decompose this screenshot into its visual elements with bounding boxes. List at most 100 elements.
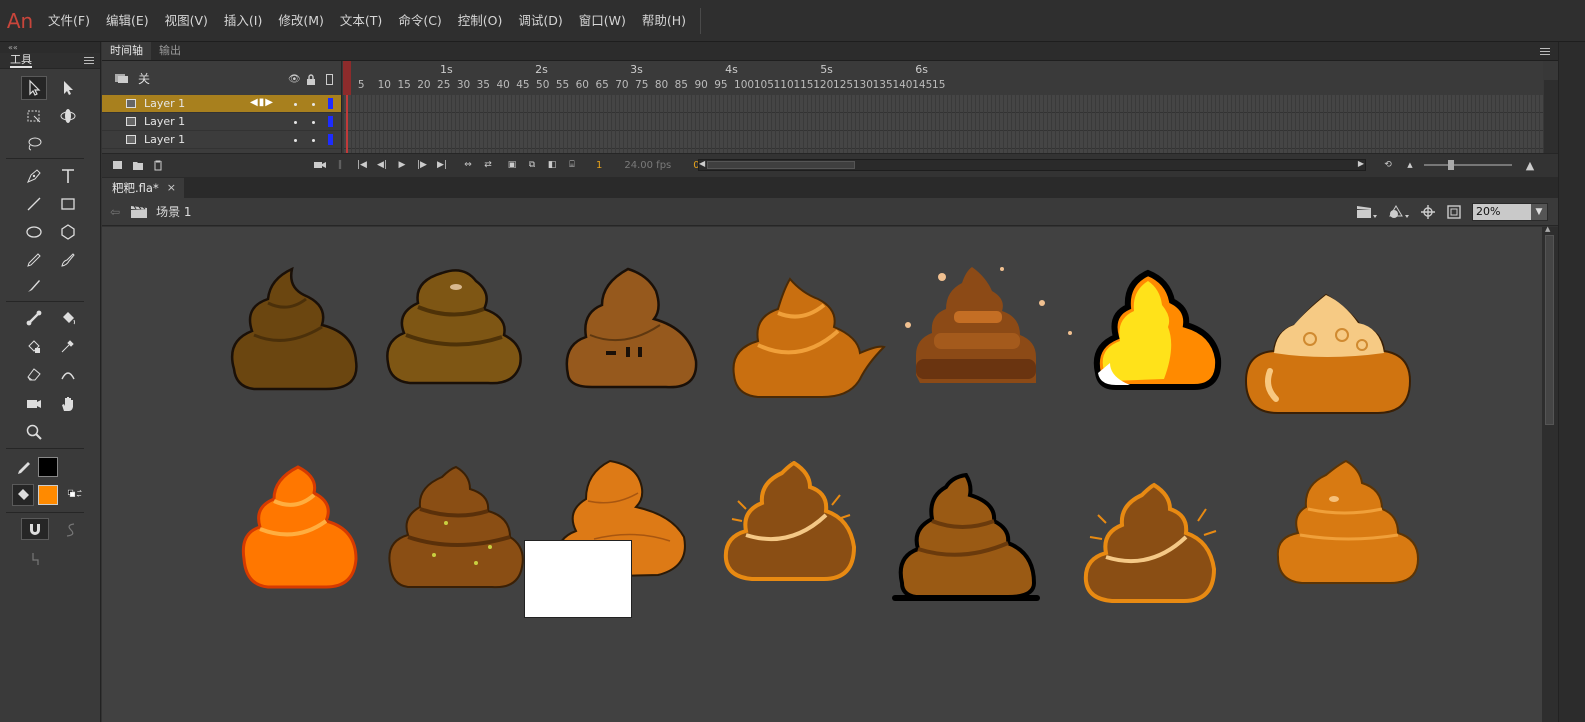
outline-icon[interactable] (326, 74, 333, 88)
center-frame-button[interactable]: ⇄ (480, 158, 496, 172)
timeline-zoom-slider[interactable] (1424, 160, 1512, 170)
scroll-right-icon[interactable]: ▶ (1358, 159, 1364, 168)
camera-tool[interactable] (21, 392, 47, 416)
fill-color-swatch[interactable] (38, 485, 58, 505)
menu-help[interactable]: 帮助(H) (634, 0, 694, 42)
poop-illustration-11[interactable] (720, 461, 860, 587)
layer-row[interactable]: Layer 1 ◀▮▶ (102, 95, 341, 113)
menu-edit[interactable]: 编辑(E) (98, 0, 157, 42)
zoom-out-small-icon[interactable]: ▲ (1402, 158, 1418, 172)
width-tool[interactable] (55, 362, 81, 386)
new-layer-button[interactable] (110, 158, 126, 172)
oval-tool[interactable] (21, 220, 47, 244)
frame-grid[interactable] (343, 95, 1543, 153)
delete-layer-button[interactable] (150, 158, 166, 172)
center-stage-icon[interactable] (1420, 204, 1436, 220)
goto-first-frame-button[interactable]: |◀ (354, 158, 370, 172)
menu-control[interactable]: 控制(O) (450, 0, 511, 42)
tab-timeline[interactable]: 时间轴 (102, 42, 151, 60)
panel-menu-icon[interactable] (84, 57, 94, 64)
layer-row[interactable]: Layer 1 (102, 131, 341, 149)
snap-to-objects-button[interactable] (21, 518, 49, 540)
lock-dot[interactable] (312, 139, 315, 142)
new-folder-button[interactable] (130, 158, 146, 172)
scroll-left-icon[interactable]: ◀ (699, 159, 705, 168)
menu-file[interactable]: 文件(F) (40, 0, 98, 42)
menu-insert[interactable]: 插入(I) (216, 0, 270, 42)
edit-scene-icon[interactable] (1356, 204, 1378, 220)
poop-illustration-2[interactable] (384, 263, 526, 389)
stage-scrollbar-thumb[interactable] (1545, 235, 1554, 425)
poop-illustration-14[interactable] (1274, 459, 1422, 587)
frame-ruler[interactable]: 1s 2s 3s 4s 5s 6s 15 10 15 20 25 30 35 40 45 50 55 60 65 70… (343, 61, 1543, 95)
poop-illustration-3[interactable] (562, 265, 700, 391)
visibility-dot[interactable] (294, 103, 297, 106)
menu-window[interactable]: 窗口(W) (571, 0, 634, 42)
pen-tool[interactable] (21, 164, 47, 188)
modify-markers-button[interactable]: ⌸ (564, 158, 580, 172)
frames-area[interactable]: 1s 2s 3s 4s 5s 6s 15 10 15 20 25 30 35 40 45 50 55 60 65 70… (343, 61, 1543, 153)
brush-tool[interactable] (55, 248, 81, 272)
lasso-tool[interactable] (21, 132, 47, 156)
clip-content-icon[interactable] (1446, 204, 1462, 220)
menu-view[interactable]: 视图(V) (157, 0, 216, 42)
poop-illustration-7[interactable] (1242, 291, 1414, 417)
layer-outline-color[interactable] (328, 98, 333, 109)
zoom-slider-knob[interactable] (1448, 160, 1454, 170)
menu-text[interactable]: 文本(T) (332, 0, 390, 42)
zoom-in-large-icon[interactable]: ▲ (1522, 158, 1538, 172)
swap-colors-button[interactable] (62, 483, 90, 505)
tools-collapse-strip[interactable]: «« (0, 42, 100, 53)
zoom-value[interactable]: 20% (1473, 204, 1531, 220)
bone-tool[interactable] (21, 306, 47, 330)
close-icon[interactable]: × (167, 178, 176, 198)
menu-modify[interactable]: 修改(M) (270, 0, 332, 42)
refresh-icon[interactable]: ⟲ (1380, 158, 1396, 172)
layer-nav-arrows[interactable]: ◀▮▶ (250, 97, 274, 108)
free-transform-tool[interactable] (21, 104, 47, 128)
selection-tool[interactable] (21, 76, 47, 100)
polystar-tool[interactable] (55, 220, 81, 244)
hand-tool[interactable] (55, 392, 81, 416)
paint-brush-tool[interactable] (21, 274, 47, 298)
stage[interactable] (102, 227, 1542, 722)
poop-illustration-13[interactable] (1082, 481, 1222, 609)
3d-rotation-tool[interactable] (55, 104, 81, 128)
layer-outline-color[interactable] (328, 116, 333, 127)
stage-vertical-scrollbar[interactable]: ▲ (1542, 225, 1558, 722)
timeline-menu-icon[interactable] (1540, 48, 1550, 55)
lock-icon[interactable] (306, 74, 316, 88)
edit-multiple-frames-button[interactable]: ◧ (544, 158, 560, 172)
back-arrow-icon[interactable]: ⇦ (110, 205, 120, 219)
line-tool[interactable] (21, 192, 47, 216)
rectangle-tool[interactable] (55, 192, 81, 216)
poop-illustration-1[interactable] (226, 265, 362, 393)
straighten-button[interactable] (24, 547, 50, 571)
menu-debug[interactable]: 调试(D) (510, 0, 570, 42)
loop-button[interactable]: ⇔ (460, 158, 476, 172)
playhead[interactable] (343, 61, 351, 153)
play-button[interactable]: ▶ (394, 158, 410, 172)
poop-illustration-6[interactable] (1090, 267, 1222, 393)
poop-illustration-5[interactable] (902, 263, 1078, 389)
subselection-tool[interactable] (55, 76, 81, 100)
layer-outline-color[interactable] (328, 134, 333, 145)
paint-bucket-tool[interactable] (55, 306, 81, 330)
lock-dot[interactable] (312, 121, 315, 124)
eyedropper-tool[interactable] (55, 334, 81, 358)
poop-illustration-4[interactable] (728, 275, 886, 399)
playhead-head[interactable] (343, 61, 351, 95)
poop-illustration-9[interactable] (386, 465, 526, 591)
scroll-up-icon[interactable]: ▲ (1545, 225, 1550, 233)
text-tool[interactable] (55, 164, 81, 188)
goto-last-frame-button[interactable]: ▶| (434, 158, 450, 172)
onion-skin-button[interactable]: ▣ (504, 158, 520, 172)
lock-dot[interactable] (312, 103, 315, 106)
white-rectangle[interactable] (524, 540, 632, 618)
menu-commands[interactable]: 命令(C) (390, 0, 449, 42)
eye-icon[interactable]: 👁 (288, 74, 301, 85)
smooth-button[interactable] (58, 518, 84, 542)
ink-bottle-tool[interactable] (21, 334, 47, 358)
tab-output[interactable]: 输出 (151, 42, 189, 60)
zoom-tool[interactable] (21, 420, 47, 444)
